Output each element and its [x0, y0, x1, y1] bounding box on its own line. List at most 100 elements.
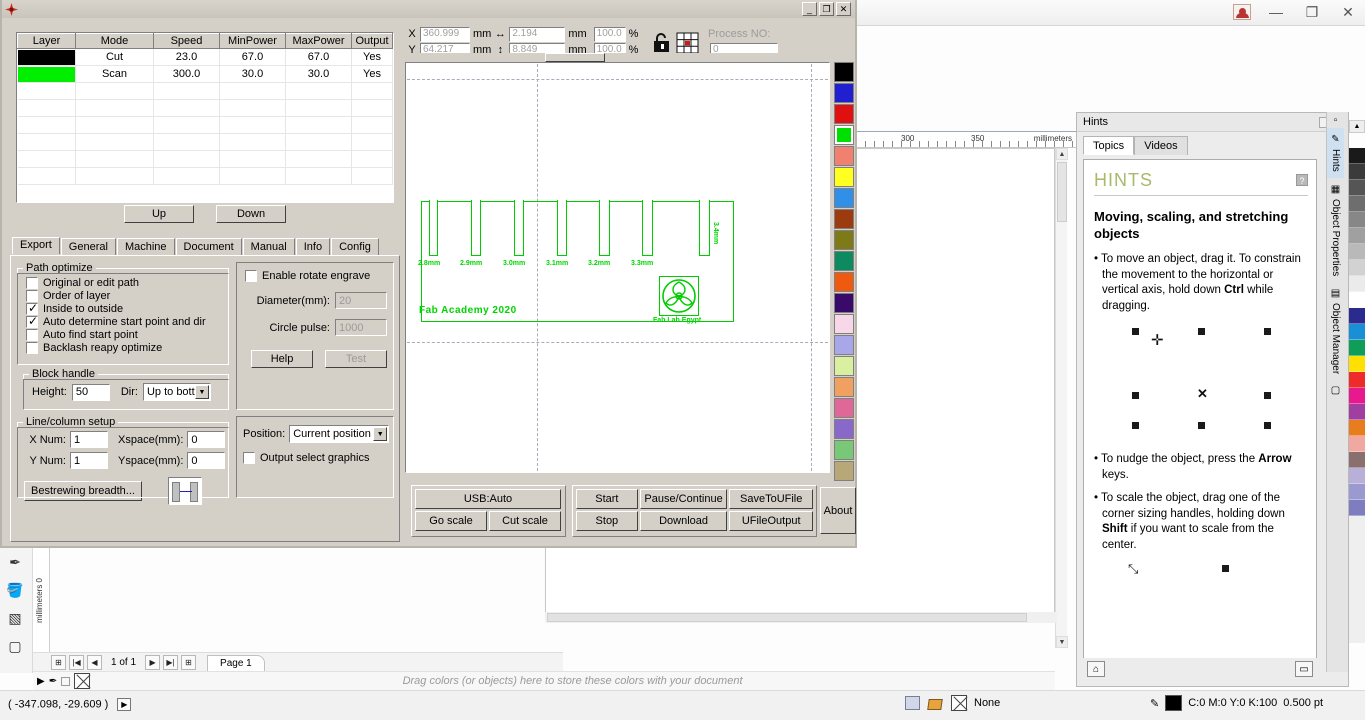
checkbox-enable-rotate-engrave[interactable]: Enable rotate engrave	[245, 270, 393, 282]
outline-pen-icon[interactable]: ✒	[0, 548, 30, 576]
tab-document[interactable]: Document	[175, 238, 242, 255]
palette-color-swatch[interactable]	[834, 251, 854, 271]
about-button[interactable]: About	[820, 487, 856, 534]
yspace-input[interactable]	[187, 452, 226, 469]
palette-color-swatch[interactable]	[834, 83, 854, 103]
col-minpower[interactable]: MinPower	[219, 33, 286, 49]
palette-color-swatch[interactable]	[834, 146, 854, 166]
document-palette-swatch[interactable]	[1349, 356, 1365, 372]
fill-color-icon[interactable]	[927, 695, 944, 711]
lock-icon[interactable]	[652, 32, 672, 54]
document-palette-swatch[interactable]	[1349, 292, 1365, 308]
stop-button[interactable]: Stop	[576, 511, 638, 531]
tab-export[interactable]: Export	[12, 237, 60, 254]
checkbox-inside-to-outside[interactable]: Inside to outside	[26, 301, 228, 315]
bestrewing-breadth-button[interactable]: Bestrewing breadth...	[24, 481, 142, 501]
laser-canvas[interactable]: 2.8mm 2.9mm 3.0mm 3.1mm 3.2mm 3.3mm 3.4m…	[407, 64, 828, 471]
layer-mode[interactable]: Cut	[75, 48, 154, 66]
page-tab-page1[interactable]: Page 1	[207, 654, 265, 671]
pick-tool-icon[interactable]: ▶	[37, 676, 45, 687]
tab-manual[interactable]: Manual	[242, 238, 295, 255]
layer-minpower[interactable]: 67.0	[219, 48, 286, 66]
outline-color-swatch[interactable]	[1165, 695, 1183, 711]
document-palette-swatch[interactable]	[1349, 340, 1365, 356]
palette-color-swatch[interactable]	[834, 104, 854, 124]
document-palette-swatch[interactable]	[1349, 180, 1365, 196]
docker-tab-hints[interactable]: ✎ Hints	[1327, 128, 1344, 178]
laser-restore-button[interactable]: ❐	[819, 2, 834, 16]
document-palette-swatch[interactable]	[1349, 148, 1365, 164]
document-palette-swatch[interactable]	[1349, 468, 1365, 484]
palette-color-swatch[interactable]	[834, 62, 854, 82]
col-speed[interactable]: Speed	[153, 33, 220, 49]
laser-minimize-button[interactable]: _	[802, 2, 817, 16]
usb-device-button[interactable]: USB:Auto	[415, 489, 561, 509]
checkbox-auto-determine-start-point[interactable]: Auto determine start point and dir	[26, 314, 228, 328]
document-palette-swatch[interactable]	[1349, 388, 1365, 404]
first-page-button[interactable]: |◀	[69, 655, 84, 670]
user-account-icon[interactable]	[1233, 4, 1251, 20]
hints-help-badge[interactable]: ?	[1296, 174, 1308, 186]
col-output[interactable]: Output	[351, 33, 393, 49]
eyedropper-icon[interactable]: ✒	[49, 676, 57, 687]
palette-color-swatch[interactable]	[834, 356, 854, 376]
layer-output[interactable]: Yes	[351, 48, 393, 66]
table-row[interactable]: Cut 23.0 67.0 67.0 Yes	[17, 48, 393, 66]
document-palette-icon[interactable]	[905, 696, 920, 710]
checkbox-original-or-edit-path[interactable]: Original or edit path	[26, 277, 228, 289]
canvas-h-scroll-thumb[interactable]	[545, 53, 605, 62]
checkbox-output-select-graphics[interactable]: Output select graphics	[243, 452, 393, 464]
pause-continue-button[interactable]: Pause/Continue	[639, 489, 728, 509]
no-fill-swatch-icon[interactable]	[61, 676, 71, 686]
document-palette-swatch[interactable]	[1349, 196, 1365, 212]
palette-color-swatch[interactable]	[834, 377, 854, 397]
hints-home-icon[interactable]: ⌂	[1087, 661, 1105, 677]
canvas-vertical-scrollbar[interactable]: ▲ ▼	[1055, 148, 1068, 648]
docker-extra-icon[interactable]: ▢	[1327, 380, 1344, 400]
width-value-field[interactable]: 2.194	[509, 26, 566, 42]
scroll-up-arrow[interactable]: ▲	[1056, 148, 1068, 160]
checkbox-auto-find-start-point[interactable]: Auto find start point	[26, 329, 228, 341]
palette-color-swatch[interactable]	[834, 461, 854, 481]
object-icon[interactable]: ▢	[0, 632, 30, 660]
layer-mode[interactable]: Scan	[75, 65, 154, 83]
palette-color-swatch[interactable]	[834, 398, 854, 418]
help-button[interactable]: Help	[251, 350, 313, 368]
docker-tab-object-manager[interactable]: ▤ Object Manager	[1327, 282, 1344, 380]
next-page-button[interactable]: ▶	[145, 655, 161, 670]
interactive-fill-icon[interactable]: ▧	[0, 604, 30, 632]
hints-back-icon[interactable]: ▭	[1295, 661, 1313, 677]
document-palette-swatch[interactable]	[1349, 164, 1365, 180]
y-num-input[interactable]	[70, 452, 108, 469]
layer-maxpower[interactable]: 67.0	[285, 48, 352, 66]
document-palette-swatch[interactable]	[1349, 484, 1365, 500]
layer-minpower[interactable]: 30.0	[219, 65, 286, 83]
layer-parameter-table[interactable]: Layer Mode Speed MinPower MaxPower Outpu…	[16, 32, 394, 203]
tab-general[interactable]: General	[60, 238, 116, 255]
chevron-down-icon[interactable]: ▼	[373, 427, 388, 441]
scroll-thumb[interactable]	[1057, 162, 1067, 222]
spacing-preview-icon[interactable]	[168, 477, 202, 505]
xspace-input[interactable]	[187, 431, 226, 448]
close-icon[interactable]: ✕	[1337, 2, 1359, 22]
x-num-input[interactable]	[70, 431, 108, 448]
docker-collapse-icon[interactable]: ▫	[1327, 112, 1344, 128]
document-palette-swatch[interactable]	[1349, 452, 1365, 468]
palette-color-swatch[interactable]	[834, 125, 854, 145]
palette-color-swatch[interactable]	[834, 419, 854, 439]
test-button[interactable]: Test	[325, 350, 387, 368]
move-layer-up-button[interactable]: Up	[124, 205, 194, 223]
download-button[interactable]: Download	[639, 511, 728, 531]
document-color-palette[interactable]	[1349, 148, 1365, 643]
layer-color-cell[interactable]	[17, 48, 76, 66]
document-palette-swatch[interactable]	[1349, 372, 1365, 388]
laser-color-palette[interactable]	[833, 62, 855, 481]
dir-select[interactable]: Up to bott ▼	[142, 383, 211, 401]
move-layer-down-button[interactable]: Down	[216, 205, 286, 223]
add-page-after-button[interactable]: ⊞	[181, 655, 197, 670]
chevron-down-icon[interactable]: ▼	[194, 385, 209, 399]
palette-color-swatch[interactable]	[834, 230, 854, 250]
document-palette-swatch[interactable]	[1349, 404, 1365, 420]
tab-videos[interactable]: Videos	[1134, 136, 1188, 155]
palette-scroll-up-button[interactable]: ▲	[1349, 120, 1365, 133]
